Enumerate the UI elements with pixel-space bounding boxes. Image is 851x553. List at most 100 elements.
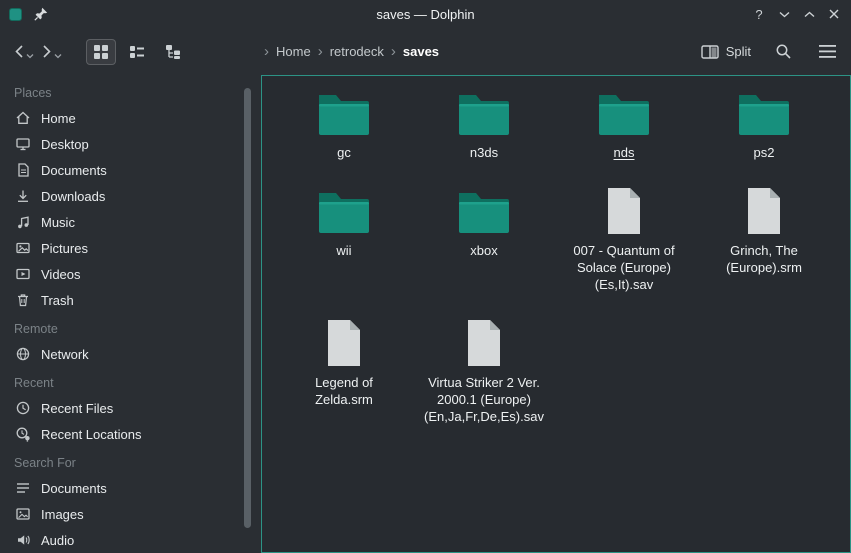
document-icon	[15, 162, 31, 178]
file-item-007-quantum-of-solace[interactable]: 007 - Quantum of Solace (Europe) (Es,It)…	[562, 187, 686, 293]
file-name: ps2	[754, 144, 775, 161]
file-icon	[745, 187, 783, 235]
sidebar-item-search-audio[interactable]: Audio	[0, 527, 261, 553]
forward-history-chevron-icon[interactable]	[54, 53, 62, 59]
sidebar-item-label: Documents	[41, 481, 107, 496]
search-for-section-header: Search For	[0, 447, 261, 475]
sidebar-item-label: Images	[41, 507, 84, 522]
sidebar-item-recent-locations[interactable]: Recent Locations	[0, 421, 261, 447]
file-icon	[465, 319, 503, 367]
sidebar-item-label: Videos	[41, 267, 81, 282]
folder-icon	[456, 187, 512, 235]
file-name: Grinch, The (Europe).srm	[702, 242, 826, 276]
sidebar-item-network[interactable]: Network	[0, 341, 261, 367]
titlebar: saves — Dolphin ?	[0, 0, 851, 28]
folder-icon	[736, 89, 792, 137]
file-name: Virtua Striker 2 Ver. 2000.1 (Europe) (E…	[416, 374, 553, 425]
folder-item-wii[interactable]: wii	[316, 187, 372, 293]
icons-view-button[interactable]	[86, 39, 116, 65]
menu-button[interactable]	[815, 40, 839, 64]
folder-item-ps2[interactable]: ps2	[736, 89, 792, 161]
video-icon	[15, 266, 31, 282]
sidebar-item-search-documents[interactable]: Documents	[0, 475, 261, 501]
breadcrumb-item-home[interactable]: Home	[276, 44, 311, 59]
sidebar-item-label: Network	[41, 347, 89, 362]
back-button[interactable]	[12, 40, 36, 63]
file-name: gc	[337, 144, 351, 161]
split-view-icon	[701, 45, 719, 59]
file-item-legend-of-zelda[interactable]: Legend of Zelda.srm	[292, 319, 396, 425]
breadcrumb: › Home › retrodeck › saves	[264, 28, 439, 75]
breadcrumb-chevron-icon: ›	[318, 44, 323, 59]
close-button[interactable]	[825, 5, 843, 23]
help-button[interactable]: ?	[750, 5, 768, 23]
file-name: nds	[614, 144, 635, 161]
sidebar-item-videos[interactable]: Videos	[0, 261, 261, 287]
search-button[interactable]	[771, 40, 795, 64]
sidebar-item-label: Music	[41, 215, 75, 230]
folder-item-nds[interactable]: nds	[596, 89, 652, 161]
split-button[interactable]: Split	[701, 44, 751, 59]
recent-files-icon	[15, 400, 31, 416]
sidebar-item-search-images[interactable]: Images	[0, 501, 261, 527]
sidebar-item-label: Downloads	[41, 189, 105, 204]
sidebar-item-label: Documents	[41, 163, 107, 178]
pin-icon[interactable]	[34, 7, 48, 21]
icons-view-icon	[93, 44, 109, 60]
sidebar-item-recent-files[interactable]: Recent Files	[0, 395, 261, 421]
sidebar-item-downloads[interactable]: Downloads	[0, 183, 261, 209]
file-icon	[605, 187, 643, 235]
tree-view-button[interactable]	[158, 39, 188, 65]
hamburger-menu-icon	[819, 45, 836, 58]
split-button-label: Split	[726, 44, 751, 59]
sidebar-item-desktop[interactable]: Desktop	[0, 131, 261, 157]
dolphin-app-icon[interactable]	[9, 8, 22, 21]
sidebar-item-documents[interactable]: Documents	[0, 157, 261, 183]
folder-icon	[316, 89, 372, 137]
sidebar-item-music[interactable]: Music	[0, 209, 261, 235]
desktop-icon	[15, 136, 31, 152]
back-icon	[14, 44, 24, 59]
folder-item-n3ds[interactable]: n3ds	[456, 89, 512, 161]
details-view-button[interactable]	[122, 39, 152, 65]
maximize-icon	[804, 11, 815, 18]
maximize-button[interactable]	[800, 5, 818, 23]
sidebar-item-home[interactable]: Home	[0, 105, 261, 131]
file-grid: gc n3ds	[274, 89, 850, 425]
help-icon: ?	[755, 7, 762, 22]
sidebar-item-label: Trash	[41, 293, 74, 308]
breadcrumb-item-saves[interactable]: saves	[403, 44, 439, 59]
sidebar-item-pictures[interactable]: Pictures	[0, 235, 261, 261]
file-icon	[325, 319, 363, 367]
file-item-virtua-striker-2[interactable]: Virtua Striker 2 Ver. 2000.1 (Europe) (E…	[416, 319, 553, 425]
forward-icon	[42, 44, 52, 59]
places-panel: Places Home Desktop Documents Downloads	[0, 75, 261, 553]
file-name: n3ds	[470, 144, 498, 161]
search-icon	[775, 43, 792, 60]
picture-icon	[15, 240, 31, 256]
folder-item-gc[interactable]: gc	[316, 89, 372, 161]
breadcrumb-chevron-icon: ›	[391, 44, 396, 59]
breadcrumb-item-retrodeck[interactable]: retrodeck	[330, 44, 384, 59]
folder-icon	[456, 89, 512, 137]
sidebar-item-label: Recent Files	[41, 401, 113, 416]
search-audio-icon	[15, 532, 31, 548]
window-title: saves — Dolphin	[0, 7, 851, 22]
network-icon	[15, 346, 31, 362]
minimize-button[interactable]	[775, 5, 793, 23]
sidebar-scrollbar-thumb[interactable]	[244, 88, 251, 528]
forward-button[interactable]	[40, 40, 64, 63]
toolbar: › Home › retrodeck › saves Split	[0, 28, 851, 75]
details-view-icon	[129, 44, 145, 60]
folder-view[interactable]: gc n3ds	[261, 75, 851, 553]
file-name: wii	[336, 242, 351, 259]
folder-item-xbox[interactable]: xbox	[456, 187, 512, 293]
back-history-chevron-icon[interactable]	[26, 53, 34, 59]
search-images-icon	[15, 506, 31, 522]
music-icon	[15, 214, 31, 230]
sidebar-item-label: Desktop	[41, 137, 89, 152]
sidebar-item-trash[interactable]: Trash	[0, 287, 261, 313]
tree-view-icon	[165, 44, 181, 60]
search-documents-icon	[15, 480, 31, 496]
file-item-grinch-the-europe[interactable]: Grinch, The (Europe).srm	[702, 187, 826, 293]
